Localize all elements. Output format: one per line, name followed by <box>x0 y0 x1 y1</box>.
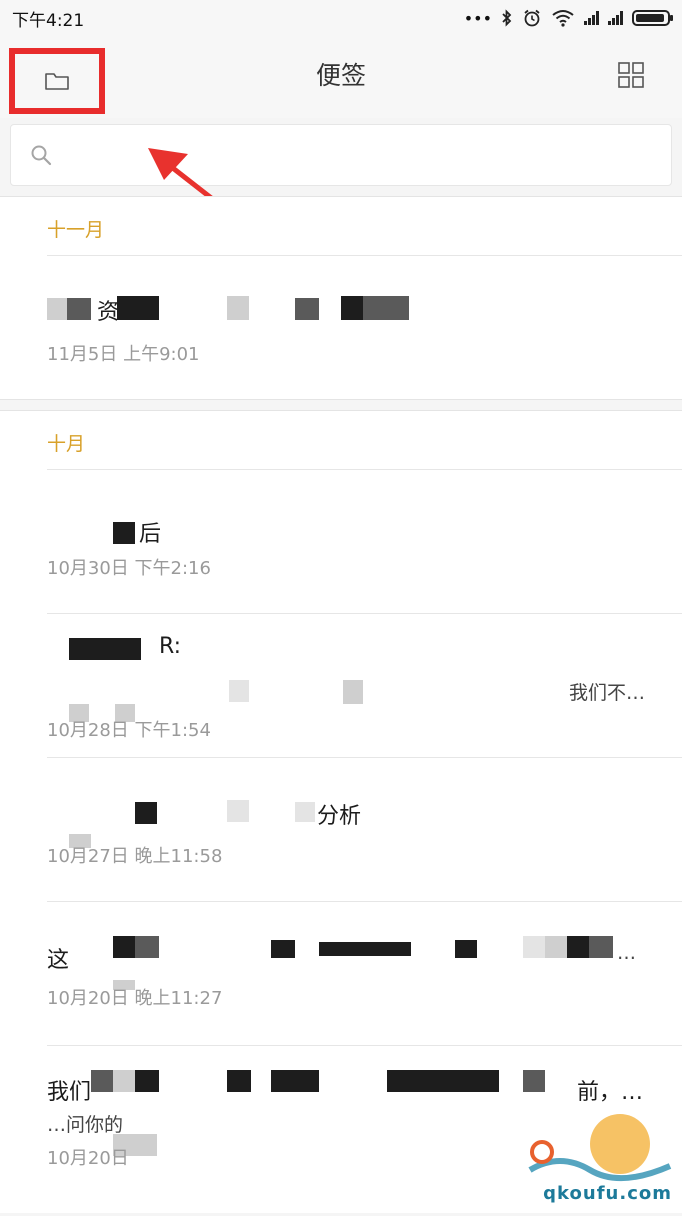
redacted-block <box>341 296 363 320</box>
redacted-block <box>387 296 409 320</box>
status-time: 下午4:21 <box>12 10 85 31</box>
redacted-block <box>567 936 589 958</box>
grid-view-icon[interactable] <box>618 62 644 88</box>
redacted-block <box>387 1070 499 1092</box>
search-icon <box>31 145 52 166</box>
redacted-block <box>319 942 411 956</box>
signal-icon <box>584 11 599 25</box>
note-item[interactable]: 资 11月5日 上午9:01 <box>47 255 682 400</box>
wifi-icon <box>552 10 574 27</box>
app-header: 便签 <box>0 36 682 118</box>
status-bar: 下午4:21 ••• <box>0 0 682 36</box>
note-title: 这 <box>47 948 70 973</box>
redacted-block <box>271 940 295 958</box>
redacted-block <box>545 936 567 958</box>
note-group-october: 十月 后 10月30日 下午2:16 R: 我们不… 10月28日 下午1:54… <box>0 410 682 1213</box>
watermark-text: qkoufu.com <box>543 1183 672 1204</box>
redacted-block <box>227 296 249 320</box>
redacted-block <box>523 936 545 958</box>
redacted-block <box>343 680 363 704</box>
note-preview: 我们不… <box>569 682 646 704</box>
note-title: 后 <box>139 522 162 547</box>
redacted-block <box>363 296 387 320</box>
note-date: 10月27日 晚上11:58 <box>47 846 223 867</box>
note-preview: …问你的 <box>47 1114 124 1136</box>
redacted-block <box>135 1070 159 1092</box>
watermark-logo: qkoufu.com <box>520 1100 682 1212</box>
note-date: 11月5日 上午9:01 <box>47 344 200 365</box>
battery-icon <box>632 10 673 26</box>
note-date: 10月20日 <box>47 1148 129 1169</box>
signal-icon-2 <box>608 11 623 25</box>
note-title: 分析 <box>317 804 362 829</box>
note-item[interactable]: 分析 10月27日 晚上11:58 <box>47 757 682 902</box>
page-title: 便签 <box>315 61 366 90</box>
redacted-block <box>135 802 157 824</box>
month-header: 十月 <box>47 433 86 455</box>
note-title: R: <box>159 634 182 659</box>
redacted-block <box>455 940 477 958</box>
redacted-block <box>113 1070 135 1092</box>
note-title: 我们 <box>47 1080 92 1105</box>
redacted-block <box>295 802 315 822</box>
redacted-block <box>227 1070 251 1092</box>
note-item[interactable]: R: 我们不… 10月28日 下午1:54 <box>47 613 682 758</box>
bluetooth-icon <box>502 9 512 27</box>
note-date: 10月30日 下午2:16 <box>47 558 211 579</box>
redacted-block <box>229 680 249 702</box>
redacted-block <box>523 1070 545 1092</box>
note-item[interactable]: 后 10月30日 下午2:16 <box>47 469 682 614</box>
redacted-block <box>47 298 67 320</box>
note-preview-end: … <box>617 942 636 964</box>
redacted-block <box>295 298 319 320</box>
redacted-block <box>113 522 135 544</box>
redacted-block <box>271 1070 319 1092</box>
note-date: 10月28日 下午1:54 <box>47 720 211 741</box>
redacted-block <box>117 296 159 320</box>
month-header: 十一月 <box>47 219 105 241</box>
redacted-block <box>113 936 135 958</box>
redacted-block <box>135 936 159 958</box>
redacted-block <box>227 800 249 822</box>
search-bar[interactable] <box>10 124 672 186</box>
note-title: 资 <box>97 300 120 325</box>
note-group-november: 十一月 资 11月5日 上午9:01 <box>0 196 682 400</box>
redacted-block <box>91 1070 113 1092</box>
note-date: 10月20日 晚上11:27 <box>47 988 223 1009</box>
more-dots-icon: ••• <box>463 8 492 28</box>
redacted-block <box>589 936 613 958</box>
redacted-block <box>69 638 141 660</box>
status-icons: ••• <box>463 8 673 28</box>
redacted-block <box>67 298 91 320</box>
alarm-icon <box>524 9 540 27</box>
note-item[interactable]: 这 … 10月20日 晚上11:27 <box>47 901 682 1046</box>
